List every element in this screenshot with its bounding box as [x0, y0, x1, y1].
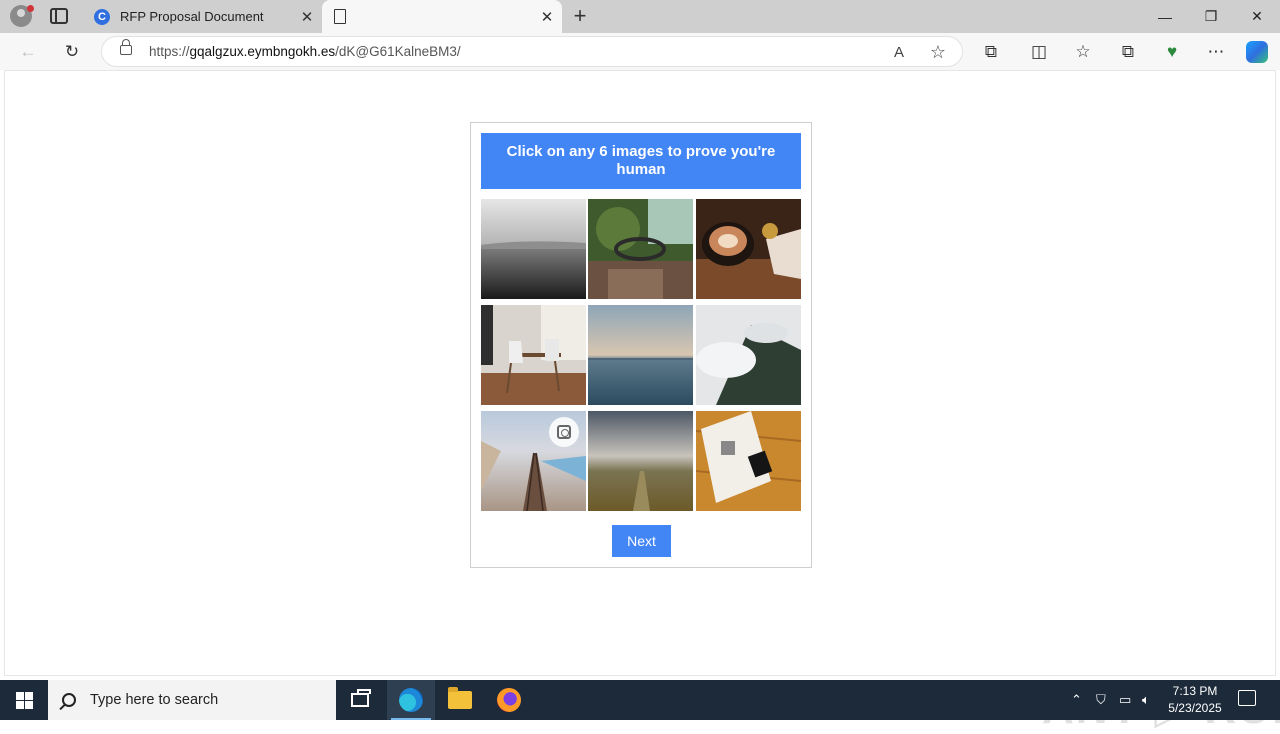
new-tab-button[interactable]: + — [568, 4, 592, 28]
file-explorer-button[interactable] — [436, 680, 484, 720]
windows-logo-icon — [15, 691, 33, 709]
c-logo-icon: C — [94, 8, 110, 25]
captcha-tile-3[interactable] — [696, 199, 801, 299]
task-view-icon — [351, 689, 371, 707]
address-bar[interactable]: https://gqalgzux.eymbngokh.es/dK@G61Kaln… — [101, 36, 963, 67]
misty-sea-image — [481, 199, 586, 299]
firefox-button[interactable] — [485, 680, 533, 720]
captcha-instruction: Click on any 6 images to prove you're hu… — [481, 133, 801, 189]
visual-search-icon[interactable] — [549, 417, 579, 447]
url-text[interactable]: https://gqalgzux.eymbngokh.es/dK@G61Kaln… — [149, 44, 461, 59]
edge-taskbar-button[interactable] — [387, 680, 435, 720]
captcha-tile-6[interactable] — [696, 305, 801, 405]
browser-essentials-icon[interactable]: ♥ — [1159, 39, 1185, 65]
windows-taskbar: Type here to search ⌃ ⛉ ▭ 🔈︎ 7:13 PM 5/2… — [0, 680, 1280, 720]
vehicle-interior-image — [588, 199, 693, 299]
captcha-tile-2[interactable] — [588, 199, 693, 299]
restore-button[interactable]: ❐ — [1188, 0, 1234, 33]
captcha-tile-5[interactable] — [588, 305, 693, 405]
collections-icon[interactable]: ⧉ — [1115, 39, 1141, 65]
next-button[interactable]: Next — [612, 525, 671, 557]
clock-time: 7:13 PM — [1172, 684, 1218, 698]
browser-toolbar: ← ↻ https://gqalgzux.eymbngokh.es/dK@G61… — [0, 33, 1280, 70]
captcha-tile-9[interactable] — [696, 411, 801, 511]
notification-dot — [27, 5, 34, 12]
clock-date: 5/23/2025 — [1168, 701, 1222, 715]
copilot-icon[interactable] — [1244, 39, 1270, 65]
captcha-tile-8[interactable] — [588, 411, 693, 511]
tab-rfp-proposal[interactable]: C RFP Proposal Document ✕ — [84, 0, 322, 33]
coffee-cup-image — [696, 199, 801, 299]
network-icon[interactable]: ▭ — [1119, 680, 1131, 720]
search-placeholder: Type here to search — [90, 692, 219, 708]
task-view-button[interactable] — [336, 680, 384, 720]
security-tray-icon[interactable]: ⛉ — [1096, 680, 1106, 720]
tab-active[interactable]: ✕ — [322, 0, 562, 33]
reload-icon[interactable]: ↻ — [59, 39, 85, 65]
more-options-icon[interactable]: ⋯ — [1203, 39, 1229, 65]
show-hidden-icons[interactable]: ⌃ — [1071, 680, 1082, 720]
url-path: /dK@G61KalneBM3/ — [335, 44, 461, 59]
lock-icon[interactable] — [120, 39, 132, 55]
cloudy-mountain-image — [696, 305, 801, 405]
close-window-button[interactable]: ✕ — [1234, 0, 1280, 33]
captcha-tile-7[interactable] — [481, 411, 586, 511]
captcha-tile-1[interactable] — [481, 199, 586, 299]
url-host: gqalgzux.eymbngokh.es — [189, 44, 336, 59]
field-landscape-image — [588, 411, 693, 511]
start-button[interactable] — [0, 680, 48, 720]
tab-close-icon[interactable]: ✕ — [532, 8, 562, 26]
dining-room-image — [481, 305, 586, 405]
captcha-tile-4[interactable] — [481, 305, 586, 405]
volume-icon[interactable]: 🔈︎ — [1142, 680, 1150, 720]
tab-actions-icon[interactable] — [50, 8, 68, 24]
tab-title: RFP Proposal Document — [120, 9, 264, 24]
taskbar-search[interactable]: Type here to search — [48, 680, 336, 720]
notification-center-icon[interactable] — [1238, 690, 1256, 706]
system-clock[interactable]: 7:13 PM 5/23/2025 — [1160, 683, 1230, 717]
search-icon — [62, 693, 76, 707]
favorite-star-icon[interactable]: ☆ — [927, 41, 949, 63]
extensions-icon[interactable]: ⧉ — [978, 39, 1004, 65]
back-arrow-icon[interactable]: ← — [15, 39, 41, 65]
folder-icon — [448, 687, 472, 709]
split-screen-icon[interactable]: ◫ — [1026, 39, 1052, 65]
tab-close-icon[interactable]: ✕ — [292, 8, 322, 26]
favorites-icon[interactable]: ☆ — [1070, 39, 1096, 65]
captcha-image-grid — [481, 199, 801, 511]
url-scheme: https:// — [149, 44, 190, 59]
firefox-icon — [497, 688, 521, 712]
page-content: Click on any 6 images to prove you're hu… — [4, 70, 1280, 733]
edge-icon — [399, 688, 423, 712]
captcha-box: Click on any 6 images to prove you're hu… — [470, 122, 812, 568]
calm-sea-image — [588, 305, 693, 405]
page-icon — [334, 9, 346, 24]
read-aloud-icon[interactable]: A — [888, 41, 910, 63]
magazine-table-image — [696, 411, 801, 511]
tab-strip: C RFP Proposal Document ✕ ✕ + — ❐ ✕ — [0, 0, 1280, 33]
minimize-button[interactable]: — — [1142, 0, 1188, 33]
